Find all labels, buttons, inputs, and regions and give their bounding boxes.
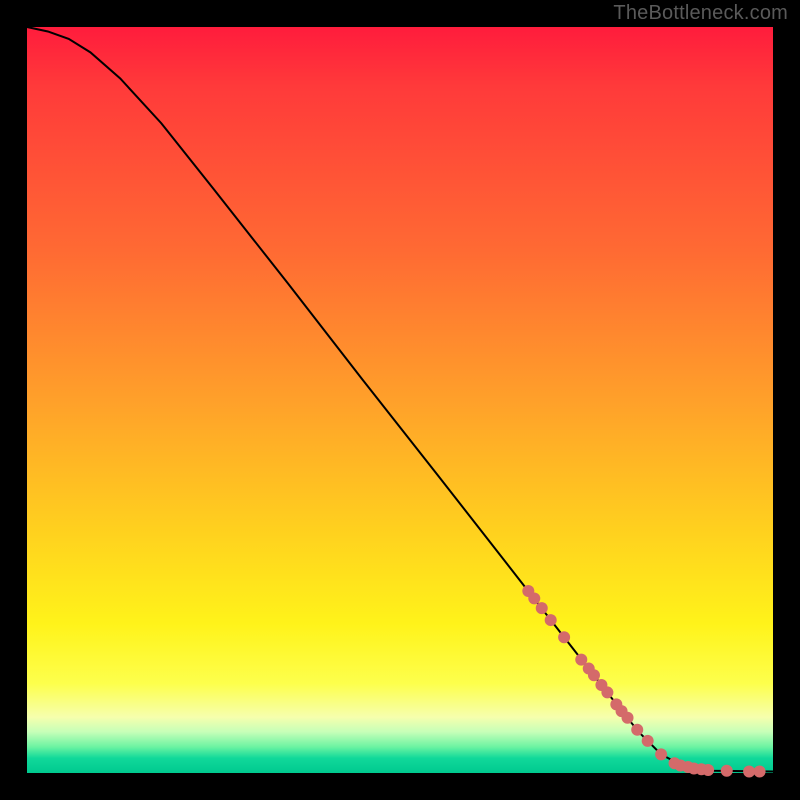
data-marker <box>702 764 714 776</box>
data-curve <box>27 27 773 772</box>
data-marker <box>655 748 667 760</box>
data-marker <box>528 592 540 604</box>
data-markers <box>522 585 765 778</box>
data-marker <box>754 766 766 778</box>
data-marker <box>558 631 570 643</box>
data-marker <box>622 712 634 724</box>
data-marker <box>721 765 733 777</box>
plot-area <box>27 27 773 773</box>
chart-svg <box>27 27 773 773</box>
chart-frame: TheBottleneck.com <box>0 0 800 800</box>
data-marker <box>588 669 600 681</box>
data-marker <box>631 724 643 736</box>
data-marker <box>536 602 548 614</box>
data-marker <box>545 614 557 626</box>
data-marker <box>743 766 755 778</box>
data-marker <box>642 735 654 747</box>
data-marker <box>601 686 613 698</box>
watermark-label: TheBottleneck.com <box>613 2 788 25</box>
